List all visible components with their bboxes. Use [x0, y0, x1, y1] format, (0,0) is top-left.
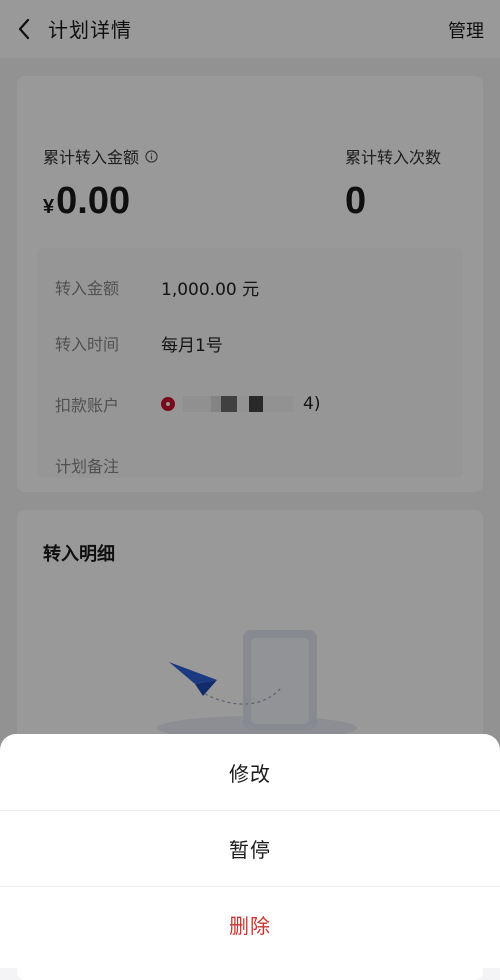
- action-sheet: 修改 暂停 删除: [0, 734, 500, 968]
- edit-button[interactable]: 修改: [0, 734, 500, 810]
- delete-button[interactable]: 删除: [0, 886, 500, 962]
- pause-button[interactable]: 暂停: [0, 810, 500, 886]
